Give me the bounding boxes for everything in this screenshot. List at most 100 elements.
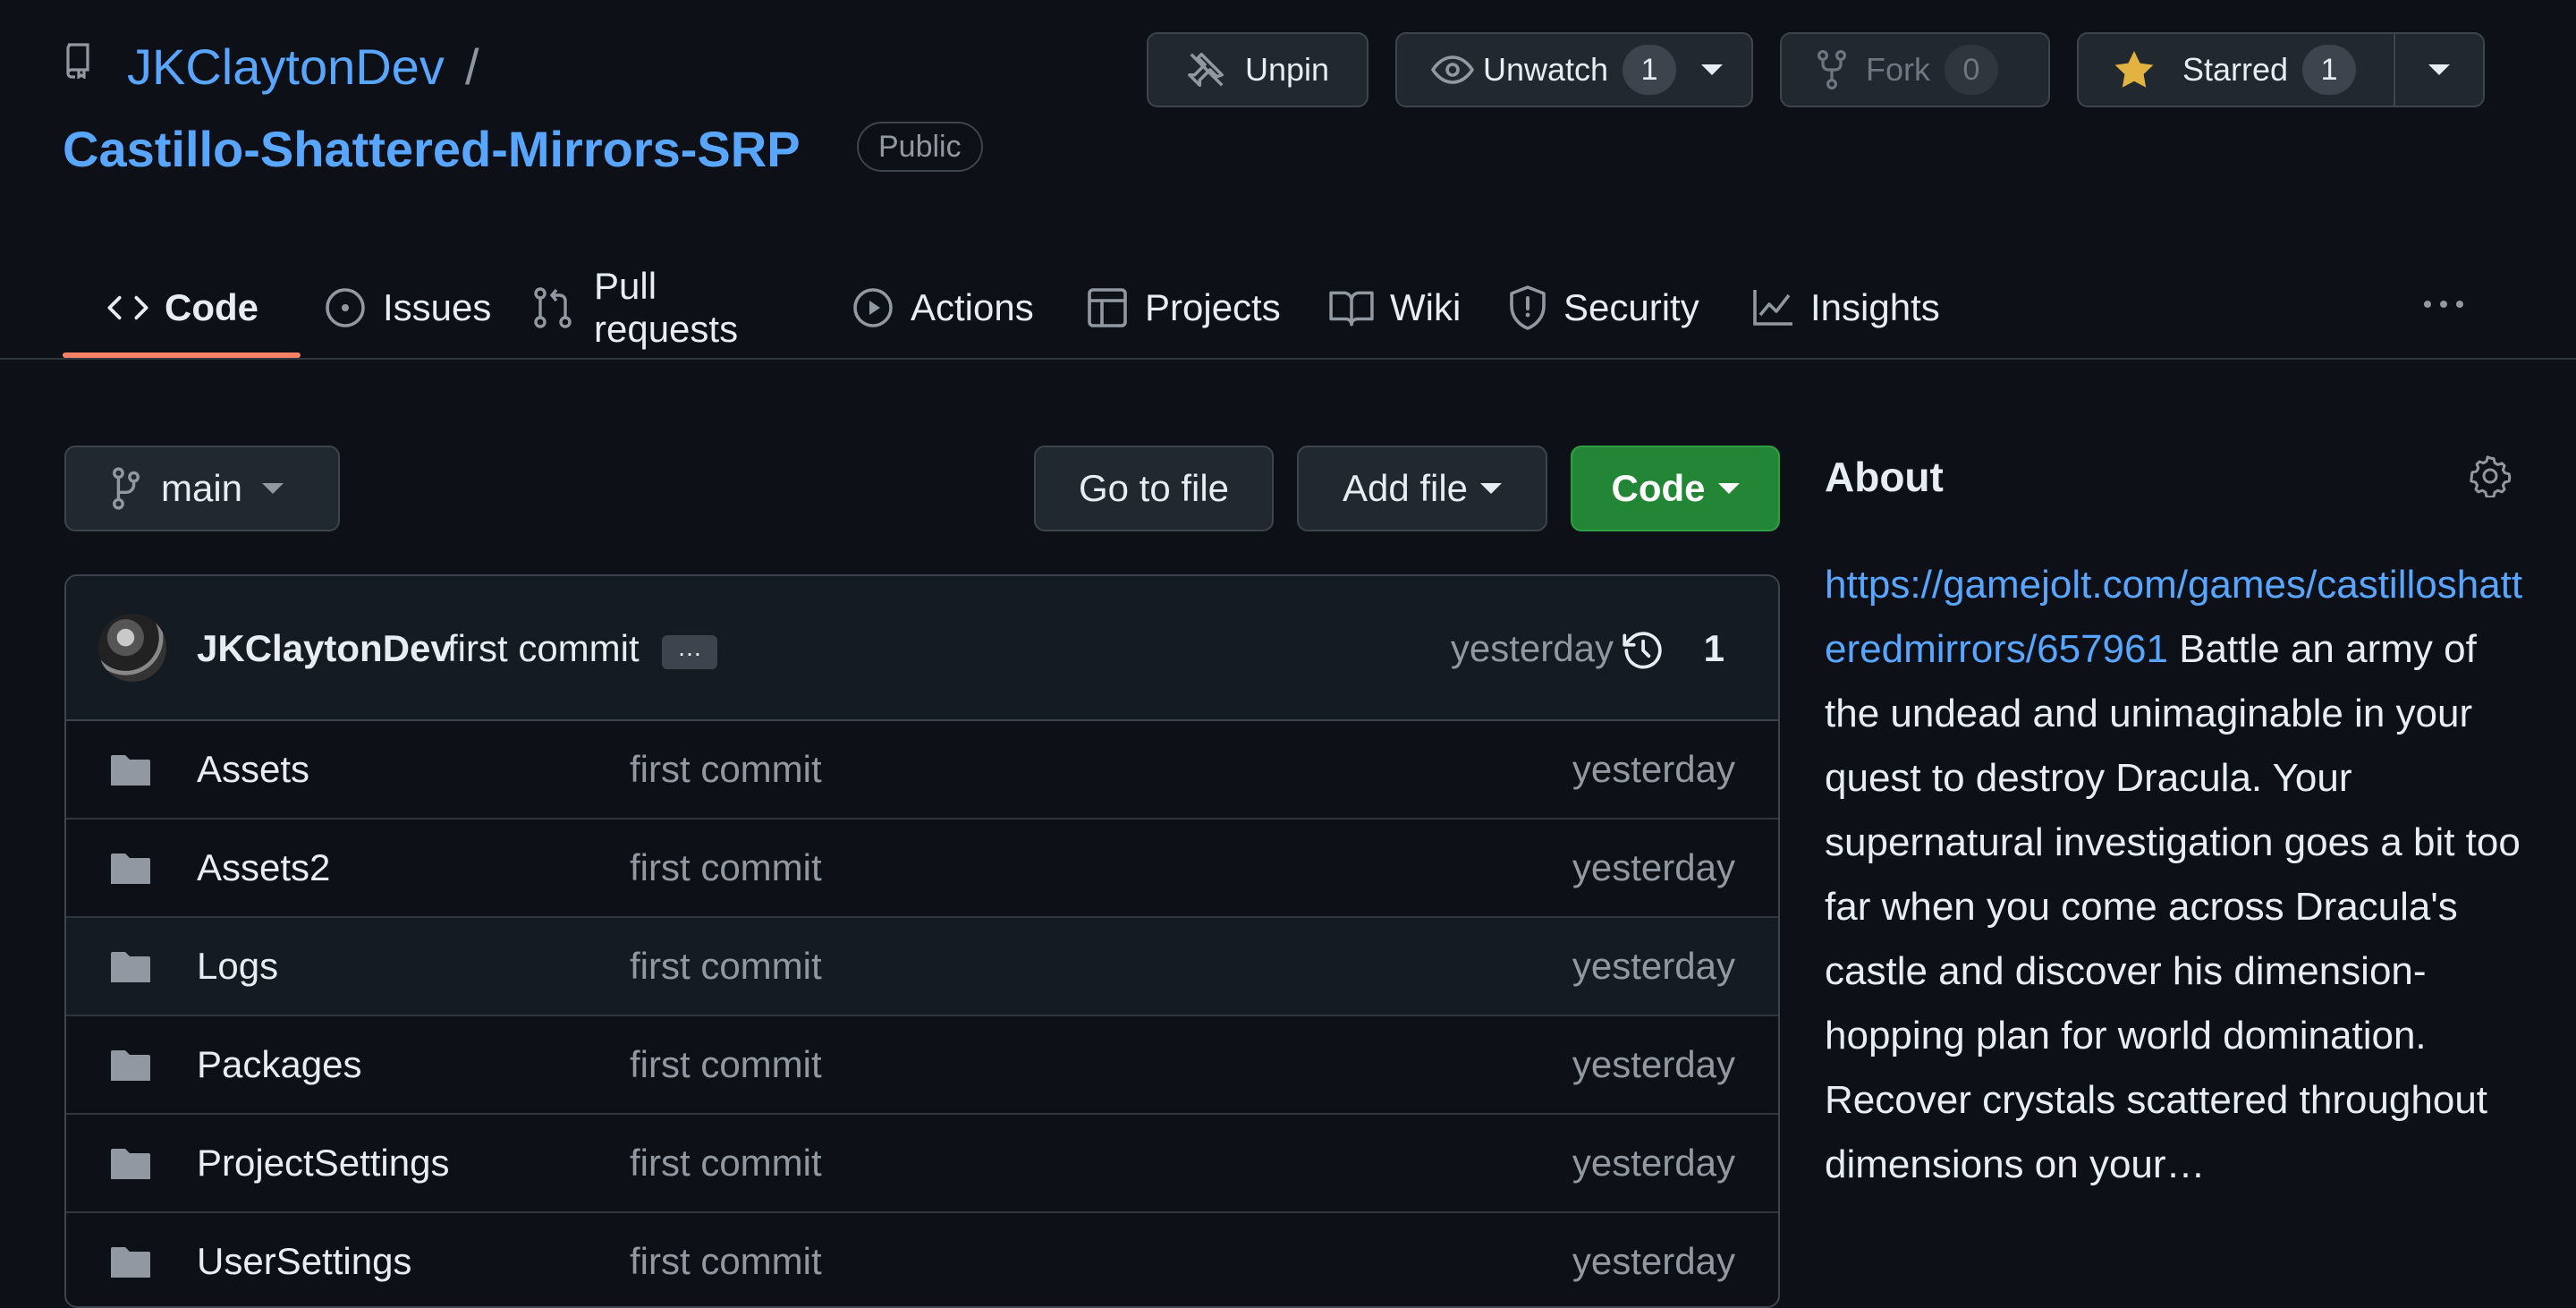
file-commit-link[interactable]: first commit: [630, 1016, 822, 1113]
more-tabs-button[interactable]: [2424, 286, 2470, 322]
table-row[interactable]: Logs first commit yesterday: [66, 918, 1778, 1016]
file-time: yesterday: [1572, 748, 1735, 790]
nav-divider: [0, 358, 2576, 360]
table-row[interactable]: Packages first commit yesterday: [66, 1016, 1778, 1115]
starred-button[interactable]: Starred 1: [2079, 34, 2395, 106]
file-commit-link[interactable]: first commit: [630, 1115, 822, 1211]
tab-label: Security: [1563, 286, 1699, 328]
file-commit-link[interactable]: first commit: [630, 918, 822, 1015]
tab-pull-requests[interactable]: Pull requests: [533, 256, 807, 360]
tab-code[interactable]: Code: [63, 256, 301, 360]
description-text: Battle an army of the undead and unimagi…: [1825, 627, 2521, 1186]
issue-opened-icon: [324, 286, 367, 329]
file-name-link[interactable]: UserSettings: [197, 1213, 411, 1306]
file-name-link[interactable]: Assets: [197, 721, 309, 818]
table-icon: [1086, 286, 1129, 329]
commit-time: yesterday: [1450, 627, 1614, 669]
folder-icon: [109, 852, 152, 886]
code-button-label: Code: [1611, 467, 1706, 509]
repo-nav: Code Issues Pull requests Actions Projec…: [63, 256, 1943, 360]
branch-select-button[interactable]: main: [64, 446, 340, 531]
tab-projects[interactable]: Projects: [1086, 256, 1286, 360]
fork-label: Fork: [1866, 51, 1930, 88]
file-time: yesterday: [1572, 1043, 1735, 1085]
unwatch-label: Unwatch: [1483, 51, 1609, 88]
folder-icon: [109, 1147, 152, 1181]
eye-icon: [1431, 55, 1474, 85]
table-row[interactable]: ProjectSettings first commit yesterday: [66, 1115, 1778, 1213]
gear-icon[interactable]: [2469, 454, 2512, 497]
tab-wiki[interactable]: Wiki: [1329, 256, 1462, 360]
file-commit-link[interactable]: first commit: [630, 820, 822, 916]
fork-icon: [1818, 50, 1846, 89]
folder-icon: [109, 1245, 152, 1279]
file-name-link[interactable]: Packages: [197, 1016, 361, 1113]
star-fill-icon: [2113, 49, 2156, 90]
unwatch-button[interactable]: Unwatch 1: [1395, 32, 1753, 107]
tab-label: Issues: [383, 286, 492, 328]
about-heading: About: [1825, 454, 1944, 500]
book-icon: [1329, 289, 1374, 327]
starred-button-group: Starred 1: [2077, 32, 2485, 107]
path-separator: /: [465, 38, 479, 95]
unpin-label: Unpin: [1244, 51, 1330, 88]
table-row[interactable]: UserSettings first commit yesterday: [66, 1213, 1778, 1306]
chevron-down-icon[interactable]: [1701, 64, 1724, 75]
folder-icon: [109, 950, 152, 984]
repo-name-link[interactable]: Castillo-Shattered-Mirrors-SRP: [63, 118, 801, 181]
play-icon: [852, 286, 894, 329]
file-name-link[interactable]: Assets2: [197, 820, 330, 916]
file-time: yesterday: [1572, 945, 1735, 987]
file-time: yesterday: [1572, 1240, 1735, 1282]
fork-button[interactable]: Fork 0: [1780, 32, 2050, 107]
about-description: https://gamejolt.com/games/castilloshatt…: [1825, 553, 2531, 1197]
pin-slash-icon: [1186, 49, 1227, 90]
graph-icon: [1751, 288, 1794, 327]
file-name-link[interactable]: Logs: [197, 918, 278, 1015]
latest-commit-row: JKClaytonDev first commit … yesterday 1: [66, 576, 1778, 721]
file-time: yesterday: [1572, 1142, 1735, 1184]
shield-icon: [1508, 285, 1547, 330]
fork-count: 0: [1945, 45, 1998, 95]
file-time: yesterday: [1572, 846, 1735, 888]
commit-count[interactable]: 1: [1704, 623, 1724, 675]
file-commit-link[interactable]: first commit: [630, 721, 822, 818]
history-icon[interactable]: [1619, 630, 1664, 671]
folder-icon: [109, 753, 152, 787]
table-row[interactable]: Assets2 first commit yesterday: [66, 820, 1778, 918]
commit-author-link[interactable]: JKClaytonDev: [197, 623, 452, 675]
tab-insights[interactable]: Insights: [1751, 256, 1943, 360]
star-list-dropdown[interactable]: [2395, 34, 2483, 106]
tab-label: Code: [165, 286, 258, 328]
tab-security[interactable]: Security: [1508, 256, 1707, 360]
git-pull-request-icon: [533, 286, 572, 329]
code-dropdown-button[interactable]: Code: [1571, 446, 1780, 531]
repo-owner-link[interactable]: JKClaytonDev: [127, 36, 445, 98]
git-branch-icon: [113, 467, 140, 510]
unpin-button[interactable]: Unpin: [1147, 32, 1368, 107]
file-name-link[interactable]: ProjectSettings: [197, 1115, 449, 1211]
file-table: JKClaytonDev first commit … yesterday 1 …: [64, 574, 1780, 1308]
tab-label: Wiki: [1390, 286, 1462, 328]
expand-commit-button[interactable]: …: [662, 635, 717, 669]
code-icon: [107, 294, 148, 321]
watch-count: 1: [1623, 45, 1677, 95]
tab-label: Actions: [911, 286, 1034, 328]
commit-message-link[interactable]: first commit: [447, 623, 640, 675]
chevron-down-icon: [1717, 483, 1740, 494]
folder-icon: [109, 1049, 152, 1083]
file-commit-link[interactable]: first commit: [630, 1213, 822, 1306]
starred-label: Starred: [2182, 51, 2289, 88]
go-to-file-button[interactable]: Go to file: [1034, 446, 1274, 531]
tab-label: Pull requests: [594, 265, 739, 350]
avatar[interactable]: [98, 614, 166, 682]
table-row[interactable]: Assets first commit yesterday: [66, 721, 1778, 820]
add-file-button[interactable]: Add file: [1297, 446, 1547, 531]
branch-name: main: [161, 467, 243, 509]
tab-actions[interactable]: Actions: [852, 256, 1039, 360]
tab-label: Insights: [1810, 286, 1940, 328]
tab-issues[interactable]: Issues: [324, 256, 503, 360]
visibility-badge: Public: [857, 122, 983, 172]
chevron-down-icon: [1480, 483, 1503, 494]
tab-label: Projects: [1145, 286, 1281, 328]
